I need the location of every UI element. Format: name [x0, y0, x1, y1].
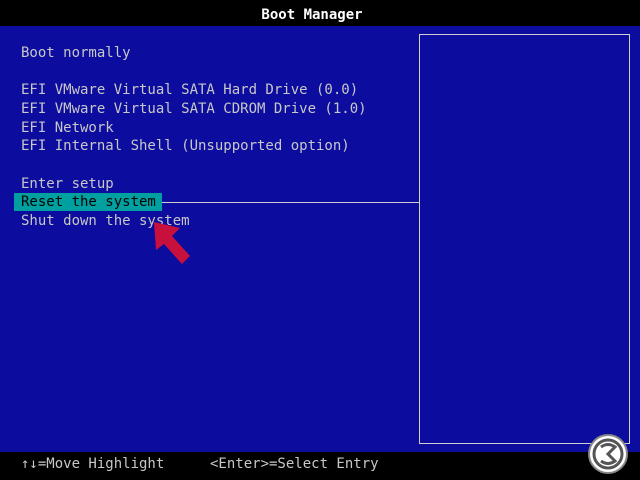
- select-entry-hint: <Enter>=Select Entry: [210, 456, 379, 472]
- menu-item-enter-setup[interactable]: Enter setup: [21, 175, 114, 193]
- help-text-box: [419, 34, 630, 444]
- footer-bar: ↑↓=Move Highlight <Enter>=Select Entry: [0, 452, 640, 480]
- menu-item-network[interactable]: EFI Network: [21, 119, 114, 137]
- menu-item-internal-shell[interactable]: EFI Internal Shell (Unsupported option): [21, 137, 350, 155]
- menu-item-cdrom-drive[interactable]: EFI VMware Virtual SATA CDROM Drive (1.0…: [21, 100, 367, 118]
- boot-manager-screen: Boot Manager Boot normally EFI VMware Vi…: [0, 0, 640, 480]
- page-title: Boot Manager: [261, 7, 363, 23]
- menu-item-reset-system[interactable]: Reset the system: [14, 193, 162, 211]
- red-arrow-pointer-icon: [154, 222, 190, 264]
- logo-icon: [588, 434, 628, 474]
- menu-item-hard-drive[interactable]: EFI VMware Virtual SATA Hard Drive (0.0): [21, 81, 358, 99]
- menu-divider: [150, 202, 419, 203]
- menu-item-boot-normally[interactable]: Boot normally: [21, 44, 131, 62]
- move-highlight-hint: ↑↓=Move Highlight: [21, 456, 165, 472]
